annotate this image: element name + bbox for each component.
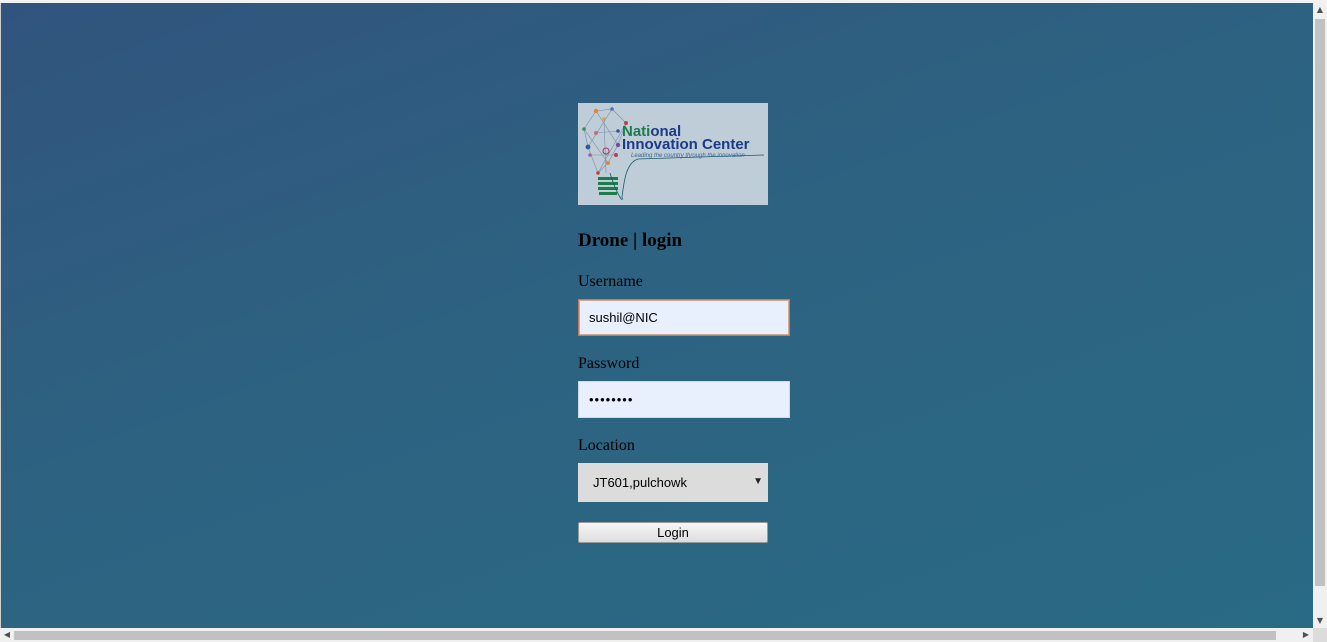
logo-title: National Innovation Center <box>622 123 750 153</box>
login-button[interactable]: Login <box>578 522 768 543</box>
chevron-down-icon: ▼ <box>753 476 763 487</box>
page-title: Drone | login <box>578 230 683 251</box>
scroll-up-arrow-icon[interactable]: ▲ <box>1313 3 1327 17</box>
horizontal-scroll-thumb[interactable] <box>14 631 1276 640</box>
scroll-down-arrow-icon[interactable]: ▼ <box>1313 614 1327 628</box>
scroll-right-arrow-icon[interactable]: ▶ <box>1299 628 1313 642</box>
logo-tagline: Leading the country through the innovati… <box>631 153 745 159</box>
password-input[interactable] <box>578 381 790 418</box>
username-input[interactable] <box>578 299 790 336</box>
page-viewport: National Innovation Center Leading the c… <box>1 3 1313 628</box>
horizontal-scrollbar[interactable]: ◀ ▶ <box>0 628 1313 642</box>
location-label: Location <box>578 437 635 454</box>
national-innovation-center-logo: National Innovation Center Leading the c… <box>578 103 768 205</box>
vertical-scrollbar[interactable]: ▲ ▼ <box>1313 3 1327 628</box>
vertical-scroll-thumb[interactable] <box>1315 19 1325 586</box>
location-select[interactable]: JT601,pulchowk ▼ <box>578 463 768 502</box>
scroll-left-arrow-icon[interactable]: ◀ <box>0 628 14 642</box>
scrollbar-corner <box>1313 628 1327 642</box>
password-label: Password <box>578 355 640 372</box>
username-label: Username <box>578 273 643 290</box>
location-selected-value: JT601,pulchowk <box>593 475 687 490</box>
